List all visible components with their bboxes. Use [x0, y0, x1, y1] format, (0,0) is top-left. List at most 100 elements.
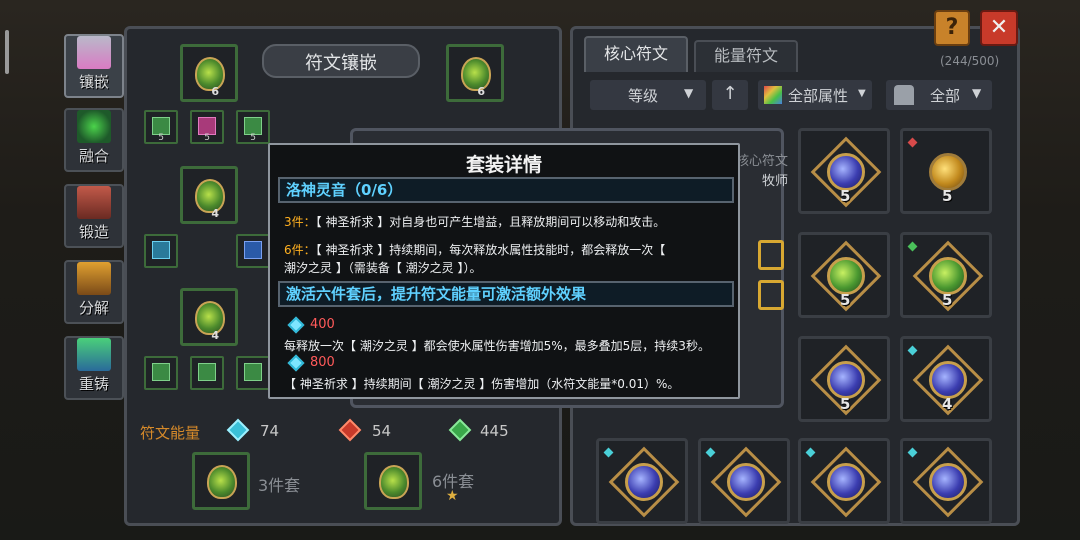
set3-rune-slot[interactable] [192, 452, 250, 510]
bonus1-value: 400 [310, 317, 335, 332]
chevron-down-icon: ▼ [684, 86, 694, 100]
bonus-header-bar: 激活六件套后，提升符文能量可激活额外效果 [278, 281, 734, 307]
red-gem-pip-icon [907, 137, 918, 148]
energy-rune-icon [244, 241, 262, 259]
rune-slot[interactable] [698, 438, 790, 524]
bonus1-text: 每释放一次【 潮汐之灵 】都会使水属性伤害增加5%，最多叠加5层，持续3秒。 [284, 339, 710, 353]
tab-energy-runes[interactable]: 能量符文 [694, 40, 798, 72]
energy-socket[interactable] [144, 356, 178, 390]
rune-level: 5 [840, 291, 851, 309]
socket-level: 6 [211, 85, 219, 98]
rune-socket-top[interactable]: 6 [180, 44, 238, 102]
tab-decompose-label: 分解 [78, 299, 109, 317]
rune-socket-right-top[interactable]: 6 [446, 44, 504, 102]
tab-inlay[interactable]: 镶嵌 [64, 34, 124, 98]
tab-recast[interactable]: 重铸 [64, 336, 124, 400]
water-rune-icon [827, 463, 865, 501]
tab-fuse[interactable]: 融合 [64, 108, 124, 172]
energy-socket-level: 5 [158, 133, 164, 143]
energy-socket[interactable]: 5 [190, 110, 224, 144]
water-rune-icon [929, 463, 967, 501]
energy-rune-icon [152, 363, 170, 381]
help-button[interactable]: ? [934, 10, 970, 46]
cyan-energy-value: 74 [260, 422, 280, 440]
set6-effect-line2: 潮汐之灵 】（需装备【 潮汐之灵 】）。 [284, 259, 481, 276]
tab-forge-label: 锻造 [78, 223, 109, 241]
water-rune-icon [827, 361, 865, 399]
flask-icon [77, 36, 111, 69]
water-rune-icon [929, 361, 967, 399]
anvil-icon [77, 186, 111, 219]
chevron-down-icon: ▼ [972, 86, 982, 100]
set-detail-tooltip: 套装详情 洛神灵音（0/6） 3件：【 神圣祈求 】对自身也可产生增益，且释放期… [268, 143, 740, 399]
rune-slot[interactable]: 5 [798, 128, 890, 214]
level-sort-dropdown[interactable]: 等级 ▼ [590, 80, 706, 110]
energy-socket[interactable]: 5 [236, 110, 270, 144]
rune-slot[interactable] [900, 438, 992, 524]
rune-slot[interactable]: 5 [900, 128, 992, 214]
tab-core-runes[interactable]: 核心符文 [584, 36, 688, 72]
attribute-filter-dropdown[interactable]: 全部属性 ▼ [758, 80, 872, 110]
green-rune-gem-icon [195, 301, 225, 335]
cyan-gem-pip-icon [705, 447, 716, 458]
socket-level: 6 [477, 85, 485, 98]
cyan-gem-pip-icon [805, 447, 816, 458]
energy-rune-icon [244, 363, 262, 381]
earth-rune-icon [929, 257, 967, 295]
rune-slot[interactable]: 5 [798, 232, 890, 318]
chevron-down-icon: ▼ [858, 88, 866, 99]
bonus1-effect: 每释放一次【 潮汐之灵 】都会使水属性伤害增加5%，最多叠加5层，持续3秒。 [284, 337, 710, 354]
green-rune-gem-icon [461, 57, 491, 91]
energy-socket[interactable] [236, 234, 270, 268]
left-scroll-handle[interactable] [5, 30, 9, 74]
energy-socket[interactable] [190, 356, 224, 390]
bonus2-effect: 【 神圣祈求 】持续期间【 潮汐之灵 】伤害增加（水符文能量*0.01）%。 [284, 375, 679, 392]
set-name-bar: 洛神灵音（0/6） [278, 177, 734, 203]
rune-slot[interactable] [798, 438, 890, 524]
decompose-icon [77, 262, 111, 295]
set-name: 洛神灵音（0/6） [286, 181, 403, 199]
set6-rune-slot[interactable] [364, 452, 422, 510]
energy-socket[interactable]: 5 [144, 110, 178, 144]
green-rune-gem-icon [195, 179, 225, 213]
tab-decompose[interactable]: 分解 [64, 260, 124, 324]
socket-level: 4 [211, 329, 219, 342]
cyan-gem-pip-icon [907, 447, 918, 458]
green-rune-gem-icon [207, 465, 237, 499]
water-rune-icon [827, 153, 865, 191]
tab-energy-runes-label: 能量符文 [713, 46, 778, 65]
set6-prefix: 6件： [284, 243, 316, 257]
attribute-filter-label: 全部属性 [788, 87, 849, 105]
set3-effect: 3件：【 神圣祈求 】对自身也可产生增益，且释放期间可以移动和攻击。 [284, 213, 665, 230]
fuse-icon [77, 110, 111, 143]
inlay-title: 符文镶嵌 [305, 53, 377, 74]
star-icon: ★ [446, 488, 459, 504]
energy-rune-icon [198, 363, 216, 381]
energy-gem-icon [287, 354, 305, 372]
rune-slot[interactable]: 4 [900, 336, 992, 422]
energy-socket[interactable] [144, 234, 178, 268]
sort-direction-button[interactable]: ↑ [712, 80, 748, 110]
green-gem-pip-icon [907, 241, 918, 252]
tab-recast-label: 重铸 [78, 375, 109, 393]
earth-rune-icon [827, 257, 865, 295]
rune-slot[interactable]: 5 [900, 232, 992, 318]
tab-forge[interactable]: 锻造 [64, 184, 124, 248]
water-rune-icon [727, 463, 765, 501]
cyan-gem-pip-icon [603, 447, 614, 458]
green-energy-value: 445 [480, 422, 509, 440]
tab-inlay-label: 镶嵌 [78, 73, 109, 91]
help-icon: ? [945, 15, 959, 40]
rune-socket-low-left[interactable]: 4 [180, 288, 238, 346]
set3-prefix: 3件： [284, 215, 316, 229]
socket-level: 4 [211, 207, 219, 220]
rune-level: 5 [840, 395, 851, 413]
rune-slot[interactable] [596, 438, 688, 524]
cyan-gem-pip-icon [907, 345, 918, 356]
close-button[interactable]: ✕ [980, 10, 1018, 46]
rune-socket-mid-left[interactable]: 4 [180, 166, 238, 224]
energy-socket-level: 5 [250, 133, 256, 143]
class-filter-dropdown[interactable]: 全部 ▼ [886, 80, 992, 110]
energy-socket[interactable] [236, 356, 270, 390]
rune-slot[interactable]: 5 [798, 336, 890, 422]
